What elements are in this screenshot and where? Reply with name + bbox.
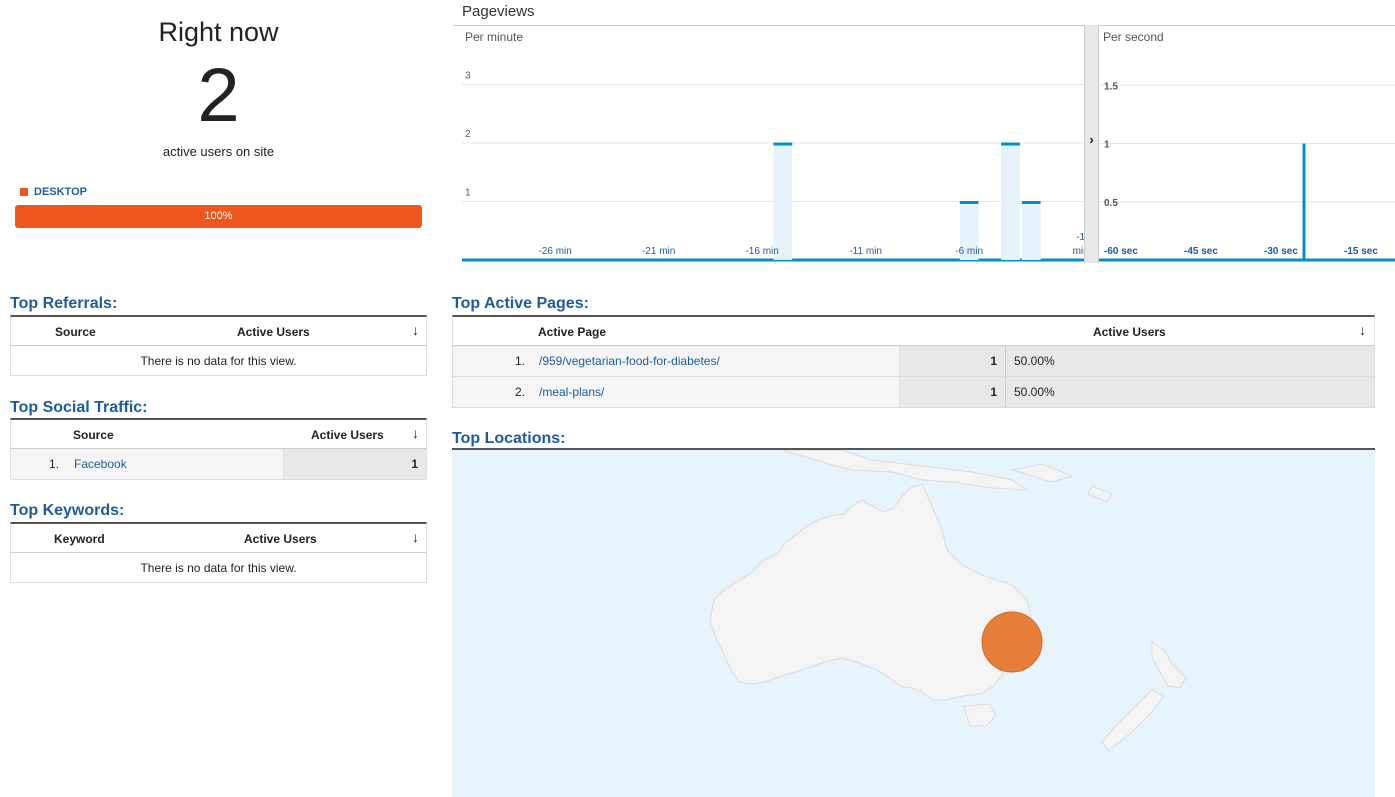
bar [773, 143, 793, 260]
active-users-percent: 50.00% [1005, 377, 1374, 407]
top-social-table: Source Active Users ↓ 1. Facebook 1 [10, 418, 427, 480]
x-tick-label: -6 min [955, 246, 983, 257]
island-landmass [1011, 463, 1074, 483]
row-index: 2. [514, 385, 525, 399]
active-users-subtitle: active users on site [162, 144, 275, 159]
device-legend: DESKTOP [20, 186, 87, 198]
x-tick-label: -11 min [849, 246, 882, 257]
source-link[interactable]: Facebook [74, 449, 127, 479]
x-tick-label: -16 min [745, 246, 778, 257]
device-share-bar[interactable]: 100% [15, 205, 422, 228]
page-link[interactable]: /meal-plans/ [539, 377, 604, 407]
active-users-value: 1 [899, 377, 1005, 407]
row-index: 1. [48, 457, 59, 471]
empty-message: There is no data for this view. [11, 346, 426, 376]
top-pages-title: Top Active Pages: [452, 295, 589, 312]
top-keywords-title: Top Keywords: [10, 502, 125, 519]
x-tick-label: -30 sec [1264, 246, 1298, 257]
active-users-count: 2 [197, 53, 240, 138]
per-second-chart: 0.5 1 1.5 -60 sec -45 sec -30 sec -15 sec [1099, 81, 1395, 262]
top-referrals-table: Source Active Users ↓ There is no data f… [10, 315, 427, 376]
y-tick-label: 3 [465, 71, 471, 82]
table-header: Active Page Active Users ↓ [453, 317, 1374, 346]
col-active-users-header[interactable]: Active Users [244, 532, 317, 546]
top-referrals-title: Top Referrals: [10, 295, 118, 312]
empty-message: There is no data for this view. [11, 553, 426, 583]
col-keyword-header[interactable]: Keyword [54, 532, 105, 546]
y-tick-label: 1 [1104, 140, 1110, 151]
table-header: Keyword Active Users ↓ [11, 524, 426, 553]
col-source-header[interactable]: Source [55, 325, 96, 339]
table-row: 1. Facebook 1 [11, 449, 426, 480]
png-landmass [781, 450, 1029, 491]
new-zealand-landmass [1101, 689, 1165, 751]
top-pages-table: Active Page Active Users ↓ 1. /959/veget… [452, 315, 1375, 408]
row-index: 1. [514, 354, 525, 368]
col-active-users-header[interactable]: Active Users [237, 325, 310, 339]
device-label-desktop: DESKTOP [34, 186, 87, 198]
table-header: Source Active Users ↓ [11, 317, 426, 346]
per-second-label: Per second [1103, 30, 1164, 44]
x-tick-label: -45 sec [1184, 246, 1218, 257]
x-tick-label: -26 min [538, 246, 571, 257]
col-active-users-header[interactable]: Active Users [311, 428, 384, 442]
map-svg [709, 450, 1187, 751]
sort-arrow-icon[interactable]: ↓ [412, 529, 419, 545]
bar [1302, 143, 1306, 260]
right-now-title: Right now [158, 17, 279, 47]
active-users-percent: 50.00% [1005, 346, 1374, 376]
y-tick-label: 1.5 [1104, 81, 1118, 92]
new-zealand-landmass [1151, 641, 1187, 689]
sort-arrow-icon[interactable]: ↓ [412, 322, 419, 338]
pageviews-title: Pageviews [462, 3, 535, 20]
y-tick-label: 1 [465, 188, 471, 199]
x-tick-label: -15 sec [1344, 246, 1378, 257]
right-now-panel: Right now 2 active users on site [10, 14, 427, 159]
bar [1001, 143, 1020, 260]
top-locations-title: Top Locations: [452, 430, 566, 447]
x-tick-label: -21 min [642, 246, 675, 257]
sort-arrow-icon[interactable]: ↓ [412, 425, 419, 441]
table-header: Source Active Users ↓ [11, 420, 426, 449]
x-tick-label: -1 [1076, 232, 1084, 243]
page-link[interactable]: /959/vegetarian-food-for-diabetes/ [539, 346, 720, 376]
australia-landmass [709, 483, 1033, 701]
island-landmass [1087, 485, 1113, 503]
x-tick-label: min [1073, 246, 1084, 257]
tasmania-landmass [963, 703, 997, 727]
y-tick-label: 0.5 [1104, 198, 1118, 209]
per-minute-chart: 1 2 3 -26 min -21 min -16 min -11 min -6 min -1 m… [462, 71, 1084, 262]
active-users-value: 1 [899, 346, 1005, 376]
chevron-right-icon[interactable]: › [1085, 132, 1098, 147]
active-users-value: 1 [283, 449, 426, 479]
table-row: 2. /meal-plans/ 1 50.00% [453, 377, 1374, 408]
y-tick-label: 2 [465, 129, 471, 140]
locations-map[interactable] [452, 448, 1375, 797]
top-keywords-table: Keyword Active Users ↓ There is no data … [10, 522, 427, 583]
table-row: 1. /959/vegetarian-food-for-diabetes/ 1 … [453, 346, 1374, 377]
per-minute-label: Per minute [465, 30, 524, 44]
location-marker[interactable] [981, 611, 1043, 673]
sort-arrow-icon[interactable]: ↓ [1359, 322, 1366, 338]
col-active-page-header[interactable]: Active Page [538, 325, 606, 339]
col-source-header[interactable]: Source [73, 428, 114, 442]
top-social-title: Top Social Traffic: [10, 399, 148, 416]
bar [1021, 201, 1041, 260]
x-tick-label: -60 sec [1104, 246, 1138, 257]
desktop-swatch-icon [20, 188, 28, 196]
col-active-users-header[interactable]: Active Users [1093, 325, 1166, 339]
